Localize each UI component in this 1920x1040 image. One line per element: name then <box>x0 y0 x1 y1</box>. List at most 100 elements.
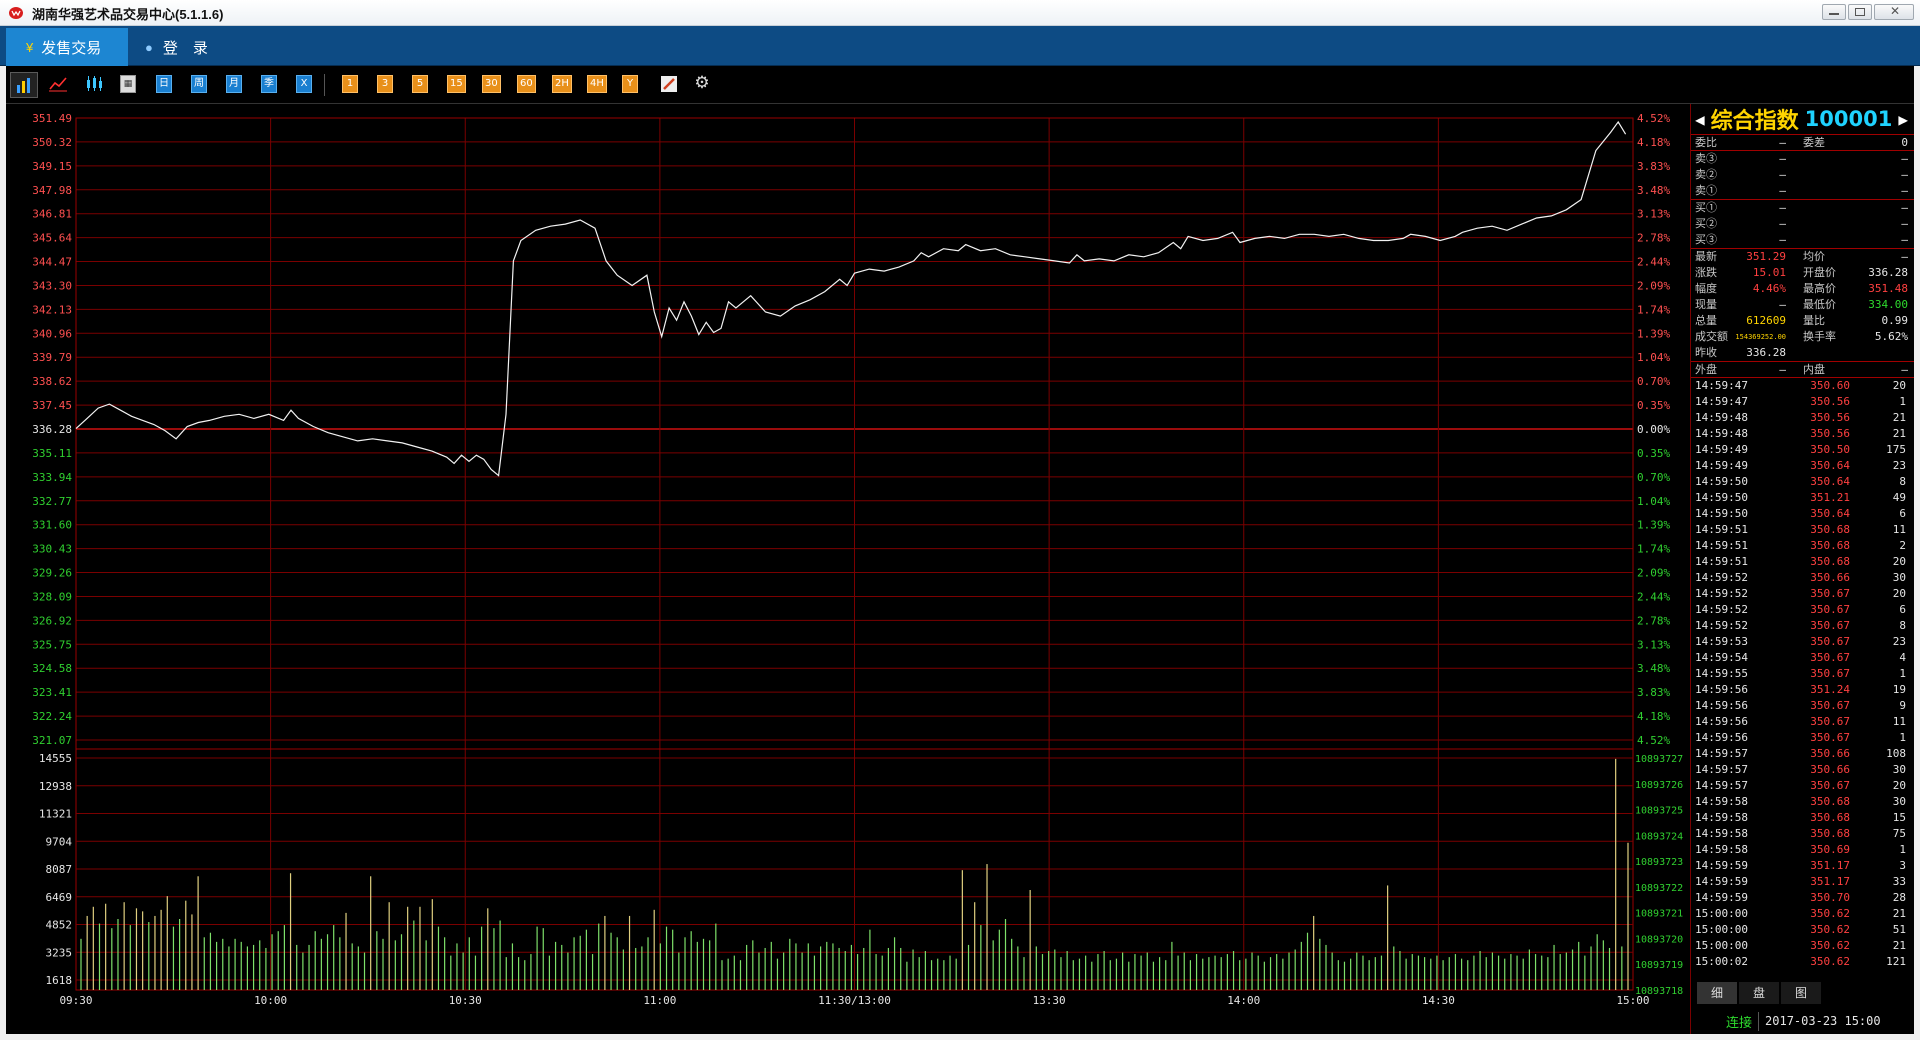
tick-time: 15:00:00 <box>1695 907 1748 920</box>
tick-row: 14:59:49 350.50 175 <box>1691 442 1914 458</box>
price-tick-label: 345.64 <box>32 232 72 245</box>
tick-volume: 20 <box>1892 587 1906 600</box>
tick-time: 14:59:51 <box>1695 539 1748 552</box>
tick-price: 350.67 <box>1810 651 1850 664</box>
tab-graph[interactable]: 图 <box>1781 982 1821 1004</box>
stat-label: 量比 <box>1803 314 1825 327</box>
tick-volume: 15 <box>1892 811 1906 824</box>
tick-time: 14:59:57 <box>1695 747 1748 760</box>
tick-row: 14:59:58 350.68 15 <box>1691 810 1914 826</box>
tick-time: 15:00:00 <box>1695 923 1748 936</box>
line-chart-button[interactable] <box>48 75 68 93</box>
period-month-button[interactable]: 月 <box>226 75 242 93</box>
price-line <box>75 120 1627 477</box>
tick-volume: 11 <box>1892 523 1906 536</box>
close-button[interactable]: ✕ <box>1874 4 1914 20</box>
tick-row: 14:59:57 350.66 30 <box>1691 762 1914 778</box>
settings-button[interactable]: ⚙ <box>694 75 710 93</box>
price-tick-label: 329.26 <box>32 567 72 580</box>
tick-time: 15:00:02 <box>1695 955 1748 968</box>
time-axis-label: 09:30 <box>59 994 92 1007</box>
hour-4-button[interactable]: 4H <box>587 75 607 93</box>
tick-time: 14:59:47 <box>1695 395 1748 408</box>
year-button[interactable]: Y <box>622 75 638 93</box>
minute-30-button[interactable]: 30 <box>482 75 501 93</box>
draw-tool-button[interactable] <box>660 75 678 93</box>
tick-list[interactable]: 14:59:47 350.60 20 14:59:47 350.56 1 14:59:48 3… <box>1691 377 1914 970</box>
prev-symbol-icon[interactable]: ◀ <box>1695 110 1705 129</box>
time-axis-label: 14:30 <box>1422 994 1455 1007</box>
price-tick-label: 321.07 <box>32 734 72 747</box>
next-symbol-icon[interactable]: ▶ <box>1898 110 1908 129</box>
candlestick-icon <box>87 76 102 91</box>
stat-value: 612609 <box>1746 314 1786 327</box>
chart-toolbar: ▦ 日 周 月 季 X 1 3 5 15 30 60 2H 4H Y ⚙ <box>6 66 1914 104</box>
tick-time: 14:59:58 <box>1695 843 1748 856</box>
status-bar: 连接 2017-03-23 15:00 <box>1720 1008 1914 1034</box>
price-tick-label: 326.92 <box>32 614 72 627</box>
minute-1-button[interactable]: 1 <box>342 75 358 93</box>
tick-row: 14:59:48 350.56 21 <box>1691 410 1914 426</box>
stat-value: 351.29 <box>1746 250 1786 263</box>
percent-tick-label: 1.04% <box>1637 495 1670 508</box>
tick-row: 14:59:57 350.67 20 <box>1691 778 1914 794</box>
tick-price: 350.62 <box>1810 955 1850 968</box>
price-tick-label: 336.28 <box>32 423 72 436</box>
percent-tick-label: 2.09% <box>1637 567 1670 580</box>
volume-right-tick-label: 10893724 <box>1635 831 1683 842</box>
period-x-button[interactable]: X <box>296 75 312 93</box>
tick-row: 14:59:54 350.67 4 <box>1691 650 1914 666</box>
period-quarter-button[interactable]: 季 <box>261 75 277 93</box>
tick-volume: 3 <box>1899 859 1906 872</box>
volume-tick-label: 12938 <box>39 780 72 793</box>
tick-time: 14:59:48 <box>1695 411 1748 424</box>
volume-right-tick-label: 10893719 <box>1635 960 1683 971</box>
tick-row: 14:59:52 350.67 6 <box>1691 602 1914 618</box>
buy-orders: 买① — — 买② — — 买③ — — <box>1691 199 1914 248</box>
tab-detail[interactable]: 细 <box>1697 982 1737 1004</box>
intraday-chart[interactable]: 351.49 4.52% 350.32 4.18% 349.15 3.83% 347.98 3… <box>6 104 1690 1034</box>
tick-price: 350.60 <box>1810 379 1850 392</box>
stat-label: 最新 <box>1695 250 1717 263</box>
tick-volume: 21 <box>1892 427 1906 440</box>
maximize-button[interactable] <box>1848 4 1872 20</box>
sells-label: 卖② <box>1695 168 1717 181</box>
minute-3-button[interactable]: 3 <box>377 75 393 93</box>
volume-tick-label: 3235 <box>46 946 73 959</box>
minute-15-button[interactable]: 15 <box>447 75 466 93</box>
volume-tick-label: 9704 <box>46 835 73 848</box>
hour-2-button[interactable]: 2H <box>552 75 572 93</box>
tab-orderbook[interactable]: 盘 <box>1739 982 1779 1004</box>
percent-tick-label: 0.00% <box>1637 423 1670 436</box>
minute-60-button[interactable]: 60 <box>517 75 536 93</box>
tick-price: 350.67 <box>1810 715 1850 728</box>
tick-price: 350.56 <box>1810 395 1850 408</box>
percent-tick-label: 0.70% <box>1637 375 1670 388</box>
tick-time: 14:59:50 <box>1695 507 1748 520</box>
tick-price: 350.67 <box>1810 779 1850 792</box>
tick-time: 14:59:59 <box>1695 859 1748 872</box>
price-tick-label: 339.79 <box>32 351 72 364</box>
tick-volume: 21 <box>1892 939 1906 952</box>
tick-row: 14:59:50 351.21 49 <box>1691 490 1914 506</box>
tick-row: 15:00:00 350.62 21 <box>1691 938 1914 954</box>
period-day-button[interactable]: 日 <box>156 75 172 93</box>
tick-price: 350.64 <box>1810 475 1850 488</box>
tab-login[interactable]: ● 登 录 <box>145 28 208 66</box>
yen-icon: ¥ <box>26 39 34 55</box>
time-axis-label: 11:30/13:00 <box>818 994 891 1007</box>
stat-value: 336.28 <box>1868 266 1908 279</box>
minute-5-button[interactable]: 5 <box>412 75 428 93</box>
candlestick-button[interactable] <box>84 75 104 93</box>
calendar-button[interactable]: ▦ <box>120 75 136 93</box>
tab-trade[interactable]: ¥ 发售交易 <box>6 28 128 66</box>
timeshare-chart-button[interactable] <box>10 72 38 98</box>
period-week-button[interactable]: 周 <box>191 75 207 93</box>
minimize-button[interactable] <box>1822 4 1846 20</box>
calendar-icon: ▦ <box>123 79 133 89</box>
tick-price: 350.64 <box>1810 459 1850 472</box>
stat-value: 4.46% <box>1752 282 1786 295</box>
tick-price: 350.68 <box>1810 811 1850 824</box>
percent-tick-label: 3.13% <box>1637 208 1670 221</box>
app-logo-icon <box>9 7 23 19</box>
